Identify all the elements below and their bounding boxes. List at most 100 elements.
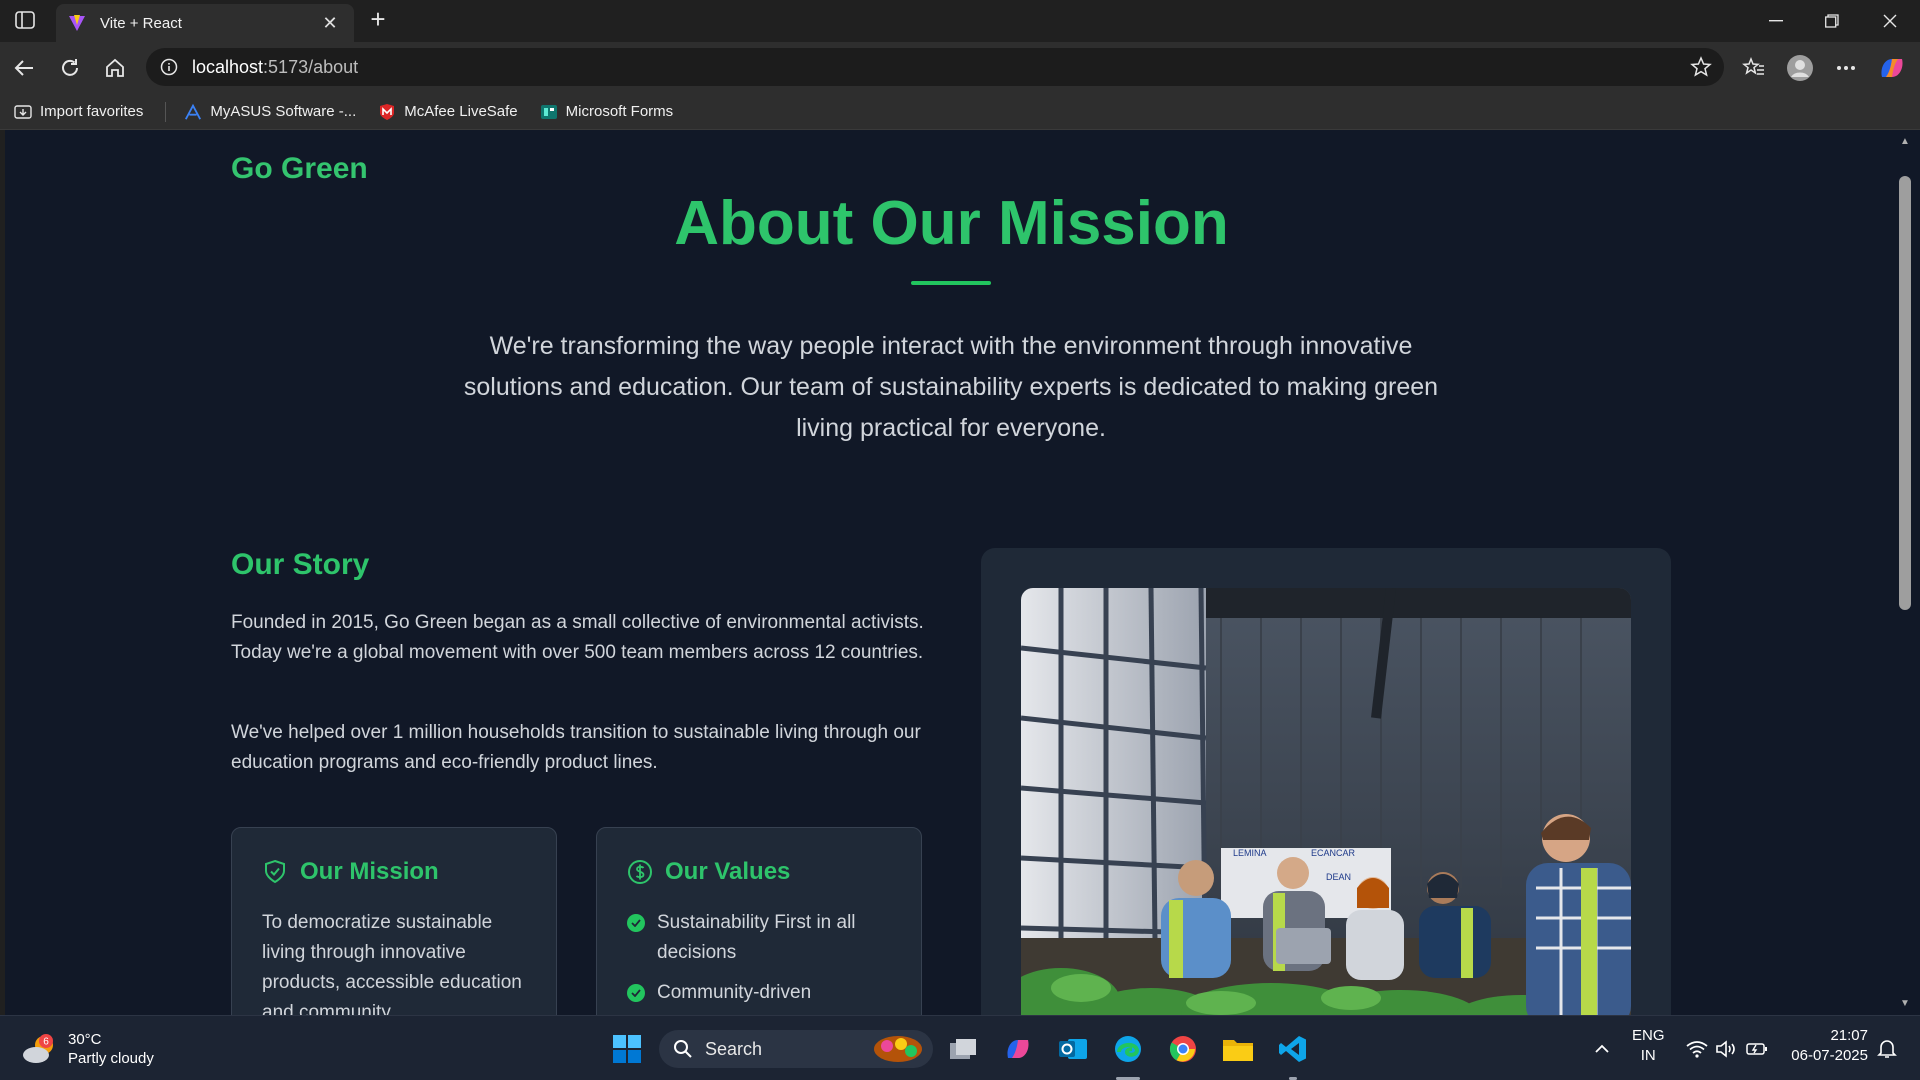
more-menu-button[interactable] — [1830, 52, 1862, 84]
url-path: :5173/about — [263, 56, 359, 77]
windows-taskbar: 6 30°C Partly cloudy Search ENG IN 21:07… — [0, 1015, 1920, 1080]
refresh-icon — [62, 59, 78, 76]
value-item-text: Sustainability First in all decisions — [657, 912, 856, 963]
scroll-down-icon[interactable]: ▼ — [1900, 998, 1910, 1009]
chrome-button[interactable] — [1166, 1032, 1200, 1066]
dollar-circle-icon — [628, 860, 652, 884]
shield-check-icon — [265, 859, 285, 884]
battery-button[interactable] — [1740, 1032, 1774, 1066]
copilot-icon — [1007, 1040, 1029, 1058]
banner-text-2: ECANCAR — [1311, 848, 1356, 858]
notification-bell-icon — [1877, 1040, 1897, 1058]
weather-widget[interactable]: 6 30°C Partly cloudy — [22, 1030, 154, 1068]
notifications-button[interactable] — [1870, 1032, 1904, 1066]
task-view-button[interactable] — [946, 1032, 980, 1066]
region-code: IN — [1640, 1047, 1656, 1064]
mission-card: Our Mission To democratize sustainable l… — [231, 827, 557, 1015]
temperature: 30°C — [68, 1031, 102, 1048]
active-tab[interactable]: Vite + React ✕ — [56, 4, 354, 42]
team-photo: LEMINA ECANCAR DEAN — [1021, 588, 1631, 1015]
scroll-up-icon[interactable]: ▲ — [1900, 136, 1910, 147]
scrollbar-thumb[interactable] — [1899, 176, 1911, 610]
team-image-card: LEMINA ECANCAR DEAN — [981, 548, 1671, 1015]
more-icon — [1837, 66, 1855, 70]
mcafee-icon — [378, 103, 396, 121]
language-code: ENG — [1632, 1027, 1665, 1044]
tab-actions-icon[interactable] — [12, 8, 38, 32]
bookmark-label: Import favorites — [40, 103, 144, 120]
search-icon — [674, 1040, 692, 1058]
mission-text: To democratize sustainable living throug… — [262, 912, 522, 1015]
taskbar-search[interactable]: Search — [659, 1030, 933, 1068]
value-item: Sustainability First in all decisions — [627, 908, 891, 968]
edge-button[interactable] — [1111, 1032, 1145, 1066]
clock[interactable]: 21:07 06-07-2025 — [1786, 1026, 1868, 1066]
forms-icon — [540, 103, 558, 121]
address-bar[interactable]: localhost:5173/about — [146, 48, 1724, 86]
bookmarks-bar: Import favorites MyASUS Software -... Mc… — [0, 94, 1920, 130]
refresh-button[interactable] — [54, 52, 86, 84]
minimize-button[interactable] — [1748, 0, 1804, 42]
mission-heading: Our Mission — [262, 858, 526, 886]
vscode-icon — [1279, 1036, 1306, 1062]
home-button[interactable] — [99, 52, 131, 84]
brand-logo[interactable]: Go Green — [231, 152, 368, 186]
bookmark-label: Microsoft Forms — [565, 103, 674, 120]
url-host: localhost — [192, 56, 264, 77]
battery-icon — [1746, 1043, 1767, 1055]
new-tab-button[interactable]: + — [364, 6, 392, 34]
chrome-icon — [1169, 1036, 1196, 1062]
back-arrow-icon — [14, 60, 33, 76]
home-icon — [106, 58, 124, 77]
bookmark-import-favorites[interactable]: Import favorites — [14, 103, 143, 121]
check-circle-icon — [627, 984, 645, 1002]
volume-button[interactable] — [1709, 1032, 1743, 1066]
edge-icon — [1115, 1036, 1141, 1062]
copilot-taskbar-button[interactable] — [1001, 1032, 1035, 1066]
bookmark-myasus[interactable]: MyASUS Software -... — [184, 103, 356, 121]
favorite-star-icon[interactable] — [1690, 56, 1712, 83]
close-tab-icon[interactable]: ✕ — [318, 13, 342, 34]
hero-description: We're transforming the way people intera… — [463, 332, 1439, 442]
outlook-icon — [1059, 1039, 1087, 1059]
clock-time: 21:07 — [1830, 1027, 1868, 1044]
avatar — [1787, 55, 1813, 81]
task-view-icon — [950, 1039, 976, 1059]
info-icon[interactable] — [160, 58, 178, 76]
restore-button[interactable] — [1804, 0, 1860, 42]
check-circle-icon — [627, 914, 645, 932]
folder-icon — [1223, 1040, 1253, 1061]
tab-bar: Vite + React ✕ + — [0, 0, 1920, 42]
story-heading: Our Story — [231, 548, 370, 581]
close-window-button[interactable] — [1862, 0, 1918, 42]
back-button[interactable] — [8, 52, 40, 84]
chevron-up-icon — [1595, 1044, 1609, 1053]
show-hidden-icons-button[interactable] — [1585, 1032, 1619, 1066]
tab-title: Vite + React — [100, 14, 182, 32]
bookmark-label: McAfee LiveSafe — [404, 103, 518, 120]
banner-text-1: LEMINA — [1233, 848, 1267, 858]
values-heading-text: Our Values — [665, 858, 791, 885]
language-indicator[interactable]: ENG IN — [1632, 1026, 1665, 1066]
bookmark-microsoft-forms[interactable]: Microsoft Forms — [540, 103, 674, 121]
page-title: About Our Mission — [674, 189, 1229, 258]
browser-toolbar: localhost:5173/about — [0, 42, 1920, 94]
bookmark-mcafee[interactable]: McAfee LiveSafe — [378, 103, 518, 121]
copilot-button[interactable] — [1876, 52, 1908, 84]
outlook-button[interactable] — [1056, 1032, 1090, 1066]
clock-date: 06-07-2025 — [1791, 1047, 1868, 1064]
vscode-button[interactable] — [1276, 1032, 1310, 1066]
weather-condition: Partly cloudy — [68, 1050, 154, 1067]
value-item: Community-driven — [627, 978, 891, 1008]
profile-button[interactable] — [1784, 52, 1816, 84]
page-scrollbar[interactable]: ▲ ▼ — [1898, 130, 1920, 1015]
value-item-text: Community-driven — [657, 982, 812, 1003]
weather-badge: 6 — [43, 1037, 49, 1048]
start-button[interactable] — [610, 1032, 644, 1066]
values-card: Our Values Sustainability First in all d… — [596, 827, 922, 1015]
asus-icon — [184, 103, 202, 121]
favorites-button[interactable] — [1738, 52, 1770, 84]
import-icon — [14, 103, 32, 121]
file-explorer-button[interactable] — [1221, 1032, 1255, 1066]
vite-icon — [69, 15, 85, 31]
